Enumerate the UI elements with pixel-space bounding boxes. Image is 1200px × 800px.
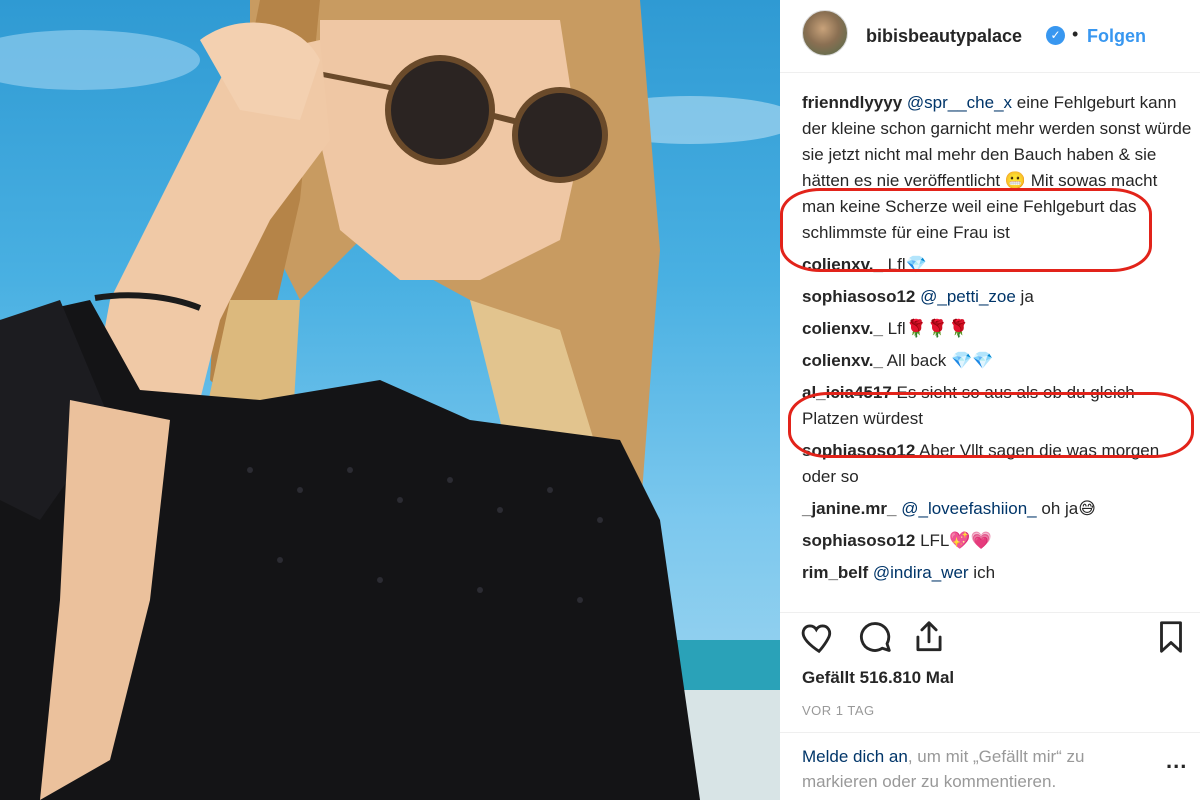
comment-item: _janine.mr_ @_loveefashiion_ oh ja😅 [802,496,1194,522]
comment-text: ich [968,563,996,582]
header-separator: • [1072,24,1079,44]
post-photo [0,0,780,800]
comment-text: All back 💎💎 [882,351,994,370]
post-username[interactable]: bibisbeautypalace [866,26,1022,47]
comment-text: ja [1015,287,1034,306]
like-count[interactable]: Gefällt 516.810 Mal [802,668,954,688]
header-divider [780,72,1200,73]
post-header: bibisbeautypalace ✓ • Folgen [780,0,1200,72]
comment-item: sophiasoso12 LFL💖💗 [802,528,1194,554]
post-panel: bibisbeautypalace ✓ • Folgen frienndlyyy… [780,0,1200,800]
avatar[interactable] [802,10,848,56]
comment-item: sophiasoso12 Aber Vllt sagen die was mor… [802,438,1194,490]
comment-item: colienxv._ Lfl🌹🌹🌹 [802,316,1194,342]
comment-username[interactable]: sophiasoso12 [802,441,915,460]
comment-mention[interactable]: @_petti_zoe [920,287,1016,306]
comment-text: Lfl🌹🌹🌹 [882,319,970,338]
verified-badge-icon: ✓ [1046,26,1065,45]
comment-item: frienndlyyyy @spr__che_x eine Fehlgeburt… [802,90,1194,246]
comment-text: oh ja😅 [1036,499,1096,518]
share-icon[interactable] [910,618,948,656]
action-bar [800,618,1190,658]
comment-text: LFL💖💗 [915,531,992,550]
bookmark-icon[interactable] [1152,618,1190,656]
follow-button[interactable]: Folgen [1087,26,1146,47]
photo-illustration [0,0,780,800]
login-link[interactable]: Melde dich an [802,747,908,766]
login-divider [780,732,1200,733]
comment-item: colienxv._ All back 💎💎 [802,348,1194,374]
comment-username[interactable]: rim_belf [802,563,868,582]
comment-username[interactable]: frienndlyyyy [802,93,902,112]
comment-item: colienxv._ Lfl💎 [802,252,1194,278]
heart-icon[interactable] [800,618,838,656]
comment-text: Lfl💎 [882,255,927,274]
comment-icon[interactable] [856,618,894,656]
comment-list: frienndlyyyy @spr__che_x eine Fehlgeburt… [802,90,1194,592]
comment-username[interactable]: colienxv._ [802,255,883,274]
comment-username[interactable]: colienxv._ [802,319,883,338]
comment-mention[interactable]: @indira_wer [873,563,969,582]
comment-mention[interactable]: @spr__che_x [907,93,1012,112]
comment-item: sophiasoso12 @_petti_zoe ja [802,284,1194,310]
comment-username[interactable]: sophiasoso12 [802,287,915,306]
comment-text: eine Fehlgeburt kann der kleine schon ga… [802,93,1192,242]
post-timestamp: VOR 1 TAG [802,703,875,718]
comment-username[interactable]: sophiasoso12 [802,531,915,550]
login-prompt: Melde dich an, um mit „Gefällt mir“ zu m… [802,744,1142,794]
comment-username[interactable]: colienxv._ [802,351,883,370]
comment-item: rim_belf @indira_wer ich [802,560,1194,586]
comment-username[interactable]: al_icia4517 [802,383,892,402]
comment-username[interactable]: _janine.mr_ [802,499,897,518]
comment-mention[interactable]: @_loveefashiion_ [901,499,1036,518]
comment-item: al_icia4517 Es sieht so aus als ob du gl… [802,380,1194,432]
actions-divider [780,612,1200,613]
more-options-icon[interactable]: ... [1166,748,1187,774]
